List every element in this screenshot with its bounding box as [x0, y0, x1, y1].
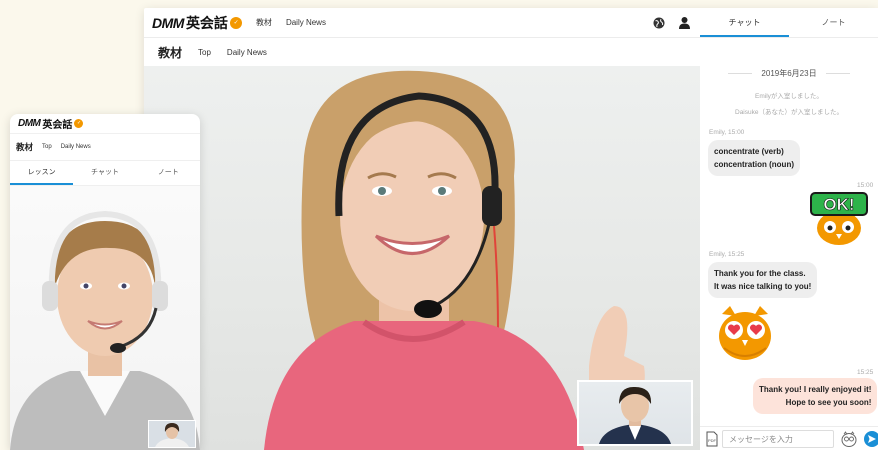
logo-latin-text: DMM: [152, 14, 184, 31]
chat-bubble-incoming: concentrate (verb) concentration (noun): [708, 140, 800, 176]
message-time: 15:25: [857, 369, 874, 376]
male-tutor-illustration: [10, 210, 200, 450]
message-line: concentrate (verb): [714, 147, 784, 156]
mobile-tabs: レッスン チャット ノート: [10, 160, 200, 186]
message-sender: Emily: [709, 251, 725, 258]
logo-badge-icon: ✓: [229, 16, 242, 29]
student-video-illustration: [599, 386, 671, 444]
student-video-illustration: [155, 423, 189, 447]
subnav-link-top[interactable]: Top: [42, 144, 52, 150]
self-camera-view[interactable]: [577, 380, 693, 446]
page-title: 教材: [16, 142, 34, 152]
message-line: concentration (noun): [714, 160, 794, 169]
message-line: Thank you for the class.: [714, 269, 806, 278]
logo-jp-text: 英会話: [42, 120, 73, 131]
nav-link-daily-news[interactable]: Daily News: [286, 18, 326, 27]
send-icon: [868, 435, 876, 443]
message-time: 15:00: [728, 129, 745, 136]
mobile-lesson-window: DMM 英会話 ✓ 教材 Top Daily News レッスン チャット ノー…: [10, 114, 200, 450]
chat-bubble-incoming: Thank you for the class. It was nice tal…: [708, 262, 818, 298]
message-line: It was nice talking to you!: [714, 282, 812, 291]
system-message: Daisuke（あなた）が入室しました。: [735, 109, 843, 116]
mobile-tutor-video: [10, 186, 200, 450]
subnav-link-daily-news[interactable]: Daily News: [227, 48, 267, 57]
ok-stamp-text: OK!: [823, 195, 854, 214]
chat-tabs: チャット ノート: [700, 8, 878, 38]
desktop-sub-nav: 教材 Top Daily News: [144, 38, 700, 66]
heart-eyes-owl-stamp-icon: [719, 306, 771, 360]
page-title: 教材: [158, 45, 183, 60]
subnav-link-top[interactable]: Top: [198, 48, 211, 57]
logo-badge-icon: ✓: [74, 119, 84, 128]
dmm-eikaiwa-logo[interactable]: DMM 英会話 ✓: [18, 116, 84, 131]
system-message: Emilyが入室しました。: [755, 93, 823, 100]
chat-bubble-outgoing: Thank you! I really enjoyed it! Hope to …: [753, 378, 878, 414]
message-meta: Emily, 15:00: [709, 129, 745, 136]
message-input[interactable]: [722, 430, 834, 448]
globe-icon[interactable]: [653, 17, 665, 29]
tab-chat[interactable]: チャット: [73, 161, 136, 185]
chat-date-separator: 2019年6月23日: [728, 68, 850, 79]
ok-stamp-icon: OK!: [810, 192, 868, 245]
message-line: Hope to see you soon!: [785, 398, 872, 407]
send-button[interactable]: [864, 431, 878, 447]
subnav-link-daily-news[interactable]: Daily News: [61, 144, 91, 150]
message-line: Thank you! I really enjoyed it!: [759, 385, 872, 394]
nav-link-materials[interactable]: 教材: [256, 17, 272, 28]
message-meta: Emily, 15:25: [709, 251, 745, 258]
mobile-sub-nav: 教材 Top Daily News: [10, 134, 200, 160]
pdf-icon[interactable]: PDF: [706, 431, 718, 447]
tutor-video: [144, 66, 700, 450]
tab-notes[interactable]: ノート: [789, 8, 878, 37]
desktop-top-nav: DMM 英会話 ✓ 教材 Daily News: [144, 8, 700, 38]
owl-stamp-icon[interactable]: [841, 431, 857, 447]
user-icon[interactable]: [678, 16, 691, 29]
logo-jp-text: 英会話: [185, 14, 228, 31]
message-time: 15:00: [857, 182, 874, 189]
tab-chat[interactable]: チャット: [700, 8, 789, 37]
tab-lesson[interactable]: レッスン: [10, 161, 74, 185]
mobile-top-nav: DMM 英会話 ✓: [10, 114, 200, 134]
message-time: 15:25: [728, 251, 745, 258]
logo-latin-text: DMM: [18, 118, 41, 129]
desktop-lesson-window: DMM 英会話 ✓ 教材 Daily News 教材 Top Daily New…: [144, 8, 878, 450]
chat-panel: チャット ノート 2019年6月23日 Emilyが入室しました。 Daisuk…: [700, 8, 878, 450]
message-sender: Emily: [709, 129, 725, 136]
svg-text:PDF: PDF: [708, 438, 717, 443]
tab-notes[interactable]: ノート: [137, 161, 200, 185]
dmm-eikaiwa-logo[interactable]: DMM 英会話 ✓: [152, 13, 242, 33]
mobile-self-camera-view[interactable]: [148, 420, 196, 448]
chat-input-bar: PDF: [700, 426, 878, 450]
